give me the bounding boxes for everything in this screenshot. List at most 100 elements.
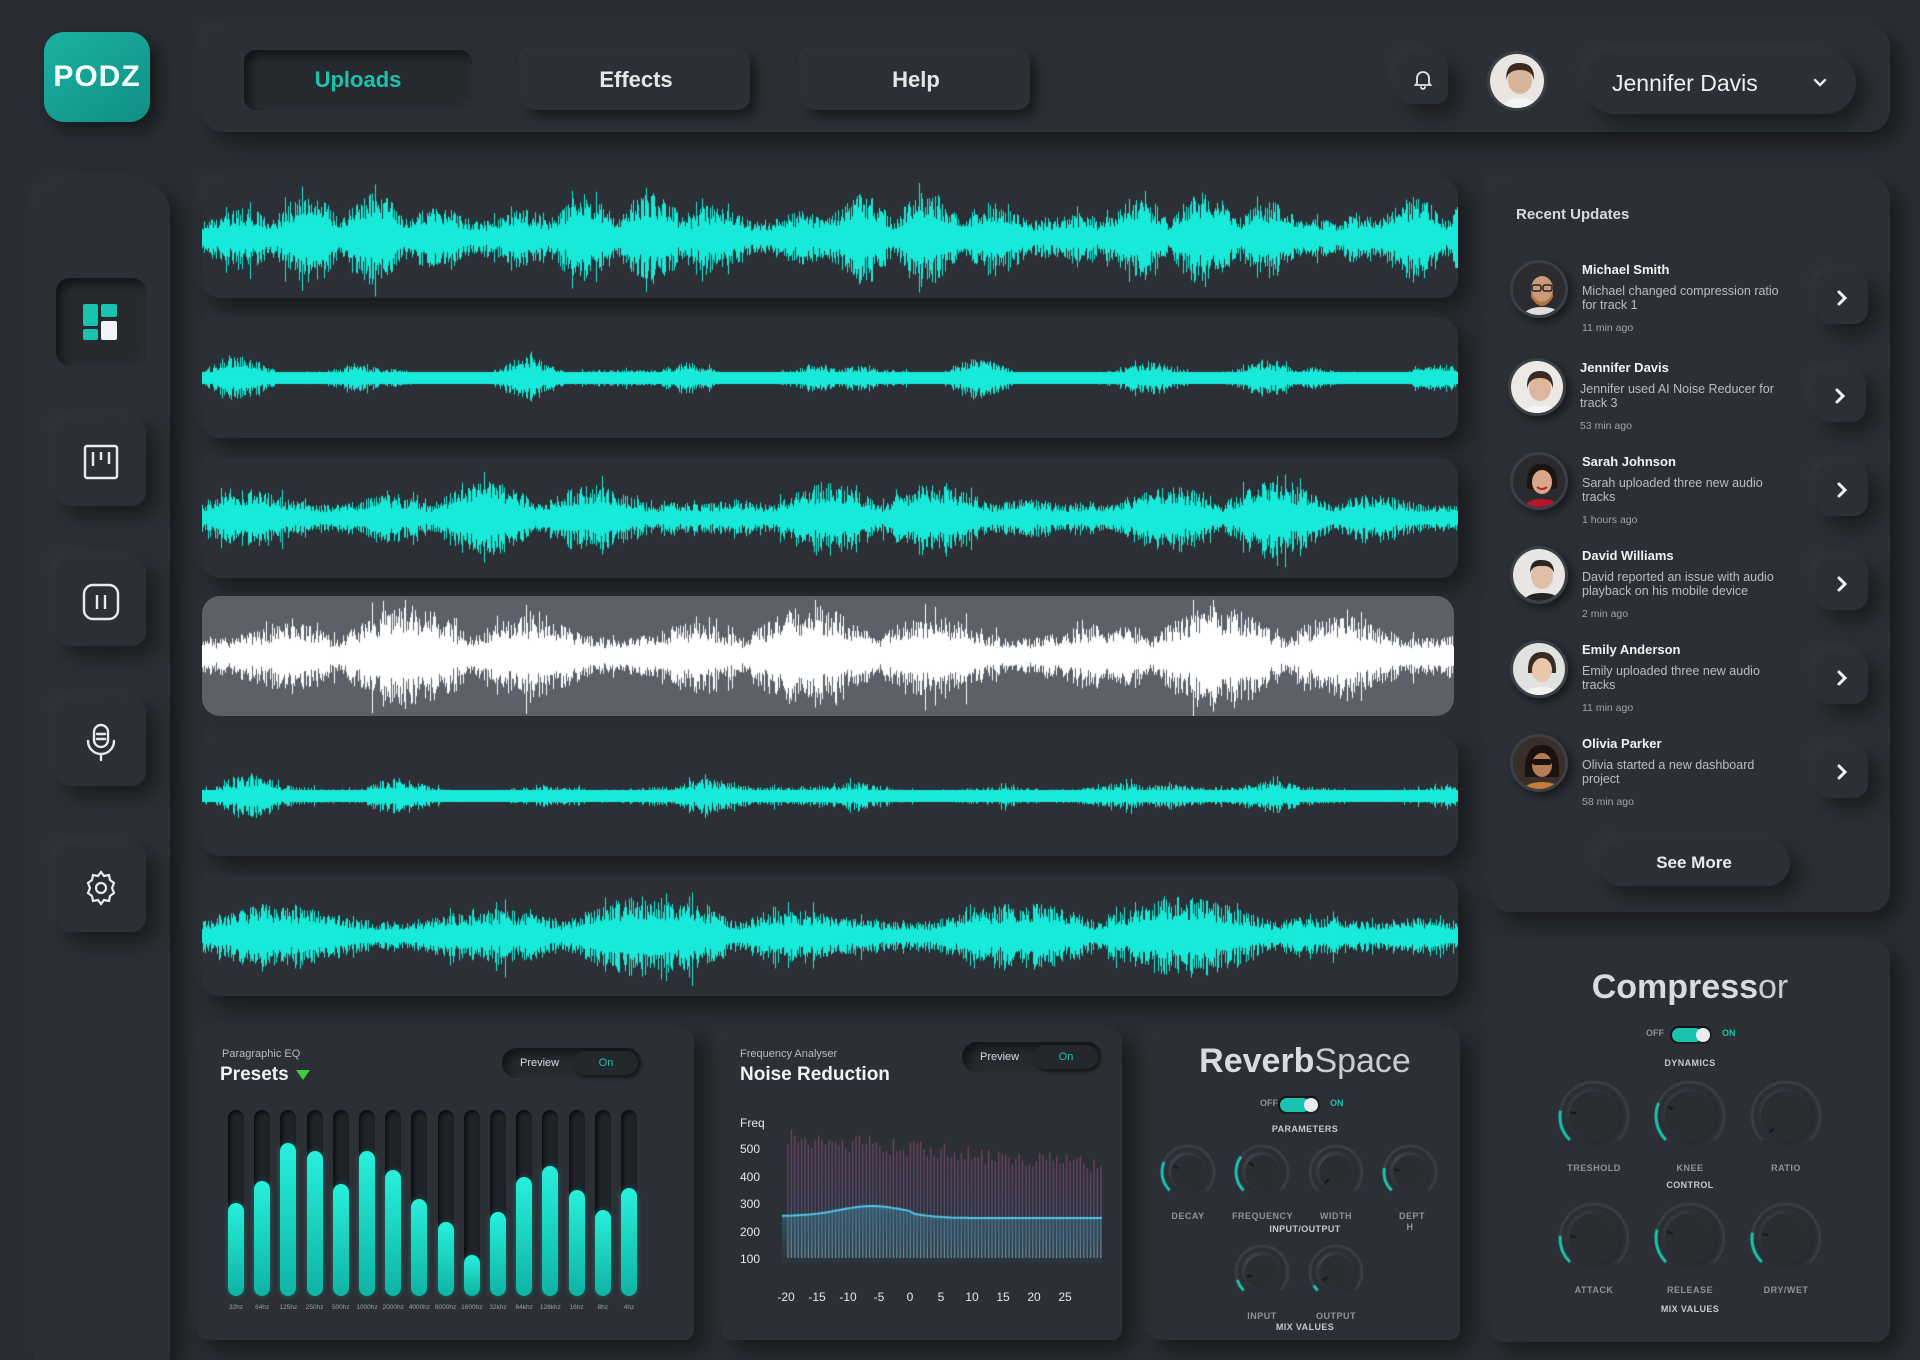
eq-band-slider[interactable] (280, 1110, 297, 1296)
update-author: David Williams (1582, 548, 1674, 563)
update-item: Jennifer Davis Jennifer used AI Noise Re… (1508, 358, 1878, 448)
update-author: Michael Smith (1582, 262, 1670, 277)
eq-band-slider[interactable] (228, 1110, 244, 1296)
track-waveform[interactable] (202, 318, 1458, 438)
eq-band-slider[interactable] (621, 1110, 637, 1296)
eq-band-slider[interactable] (594, 1110, 611, 1296)
avatar (1508, 358, 1566, 416)
logo[interactable]: PODZ (44, 32, 150, 122)
dashboard-icon (83, 304, 117, 340)
knob-dial (1232, 1242, 1292, 1302)
y-tick-label: 200 (740, 1224, 761, 1239)
sidebar-item-board[interactable] (56, 418, 146, 506)
analyser-subtitle: Frequency Analyser (740, 1048, 838, 1060)
eq-band-level (228, 1203, 244, 1296)
compressor-power-switch[interactable] (1670, 1026, 1712, 1044)
eq-band-slider[interactable] (385, 1110, 402, 1296)
x-tick-label: 25 (1058, 1290, 1072, 1304)
x-tick-label: 15 (996, 1290, 1010, 1304)
presets-dropdown[interactable]: Presets (220, 1064, 311, 1086)
see-more-button[interactable]: See More (1598, 840, 1790, 886)
bell-icon (1413, 71, 1433, 90)
sidebar-item-pause[interactable] (56, 558, 146, 646)
open-update-button[interactable] (1816, 652, 1868, 704)
eq-band-slider[interactable] (568, 1110, 585, 1296)
avatar[interactable] (1487, 51, 1547, 111)
knob-input[interactable]: INPUT (1232, 1242, 1292, 1321)
track-waveform[interactable] (202, 178, 1458, 298)
x-tick-label: -20 (777, 1290, 795, 1304)
panel-title: Recent Updates (1516, 206, 1630, 223)
sidebar-item-microphone[interactable] (56, 698, 146, 786)
user-menu[interactable]: Jennifer Davis (1584, 52, 1856, 114)
knob-width[interactable]: WIDTH (1306, 1142, 1366, 1221)
compressor-title-light: or (1758, 968, 1789, 1006)
track-waveform[interactable] (202, 736, 1458, 856)
eq-band-slider[interactable] (254, 1110, 271, 1296)
eq-band-level (359, 1151, 375, 1296)
tab-help[interactable]: Help (802, 50, 1030, 110)
eq-band-slider[interactable] (306, 1110, 323, 1296)
update-item: Emily Anderson Emily uploaded three new … (1510, 640, 1880, 730)
settings-icon (86, 870, 116, 906)
open-update-button[interactable] (1814, 370, 1866, 422)
knob-release[interactable]: RELEASE (1652, 1200, 1728, 1295)
update-time: 1 hours ago (1582, 514, 1638, 526)
update-time: 58 min ago (1582, 796, 1634, 808)
waveform-canvas (202, 318, 1458, 438)
knob-ratio[interactable]: RATIO (1748, 1078, 1824, 1173)
open-update-button[interactable] (1816, 464, 1868, 516)
open-update-button[interactable] (1816, 558, 1868, 610)
knob-decay[interactable]: DECAY (1158, 1142, 1218, 1221)
waveform-canvas (202, 736, 1458, 856)
eq-band-label: 4hz (623, 1304, 635, 1311)
knob-dry-wet[interactable]: DRY/WET (1748, 1200, 1824, 1295)
eq-panel: Paragraphic EQ Presets Preview On 32hz 64… (198, 1030, 694, 1340)
eq-band-slider[interactable] (411, 1110, 428, 1296)
open-update-button[interactable] (1816, 746, 1868, 798)
update-time: 2 min ago (1582, 608, 1629, 620)
knob-threshold[interactable]: TRESHOLD (1556, 1078, 1632, 1173)
sidebar-item-dashboard[interactable] (56, 278, 146, 366)
section-label: CONTROL (1666, 1180, 1714, 1190)
knob-output[interactable]: OUTPUT (1306, 1242, 1366, 1321)
eq-band-slider[interactable] (516, 1110, 533, 1296)
waveform-canvas (202, 876, 1458, 996)
eq-band-slider[interactable] (359, 1110, 375, 1296)
analyser-panel: Frequency Analyser Noise Reduction Previ… (722, 1030, 1122, 1340)
reverb-panel: ReverbSpace OFF ON PARAMETERS INPUT/OUTP… (1150, 1030, 1460, 1340)
eq-band-slider[interactable] (332, 1110, 349, 1296)
tab-uploads[interactable]: Uploads (244, 50, 472, 110)
update-author: Emily Anderson (1582, 642, 1681, 657)
y-tick-label: 100 (740, 1252, 761, 1266)
eq-band-level (280, 1143, 297, 1296)
eq-band-slider[interactable] (437, 1110, 454, 1296)
chevron-right-icon (1837, 290, 1848, 306)
reverb-title-bold: Reverb (1199, 1042, 1315, 1080)
eq-band-slider[interactable] (490, 1110, 506, 1296)
knob-dial (1748, 1200, 1824, 1276)
knob-label: ATTACK (1574, 1285, 1614, 1295)
preview-toggle[interactable]: Preview On (962, 1042, 1102, 1072)
sidebar-item-settings[interactable] (56, 844, 146, 932)
reverb-power-switch[interactable] (1278, 1096, 1320, 1114)
preview-toggle[interactable]: Preview On (502, 1048, 642, 1078)
track-waveform[interactable] (202, 876, 1458, 996)
knob-knee[interactable]: KNEE (1652, 1078, 1728, 1173)
eq-band-slider[interactable] (542, 1110, 559, 1296)
waveform-canvas (202, 458, 1458, 578)
on-label: On (1034, 1045, 1098, 1069)
notifications-button[interactable] (1398, 54, 1448, 104)
chevron-right-icon (1837, 764, 1848, 780)
eq-band-level (254, 1181, 271, 1296)
tab-effects[interactable]: Effects (522, 50, 750, 110)
track-waveform[interactable] (202, 458, 1458, 578)
knob-dial (1652, 1078, 1728, 1154)
track-waveform-selected[interactable] (202, 596, 1454, 716)
knob-frequency[interactable]: FREQUENCY (1232, 1142, 1293, 1221)
eq-band-slider[interactable] (463, 1110, 480, 1296)
knob-depth[interactable]: DEPT H (1380, 1142, 1440, 1233)
open-update-button[interactable] (1816, 272, 1868, 324)
knob-attack[interactable]: ATTACK (1556, 1200, 1632, 1295)
eq-subtitle: Paragraphic EQ (222, 1048, 301, 1060)
